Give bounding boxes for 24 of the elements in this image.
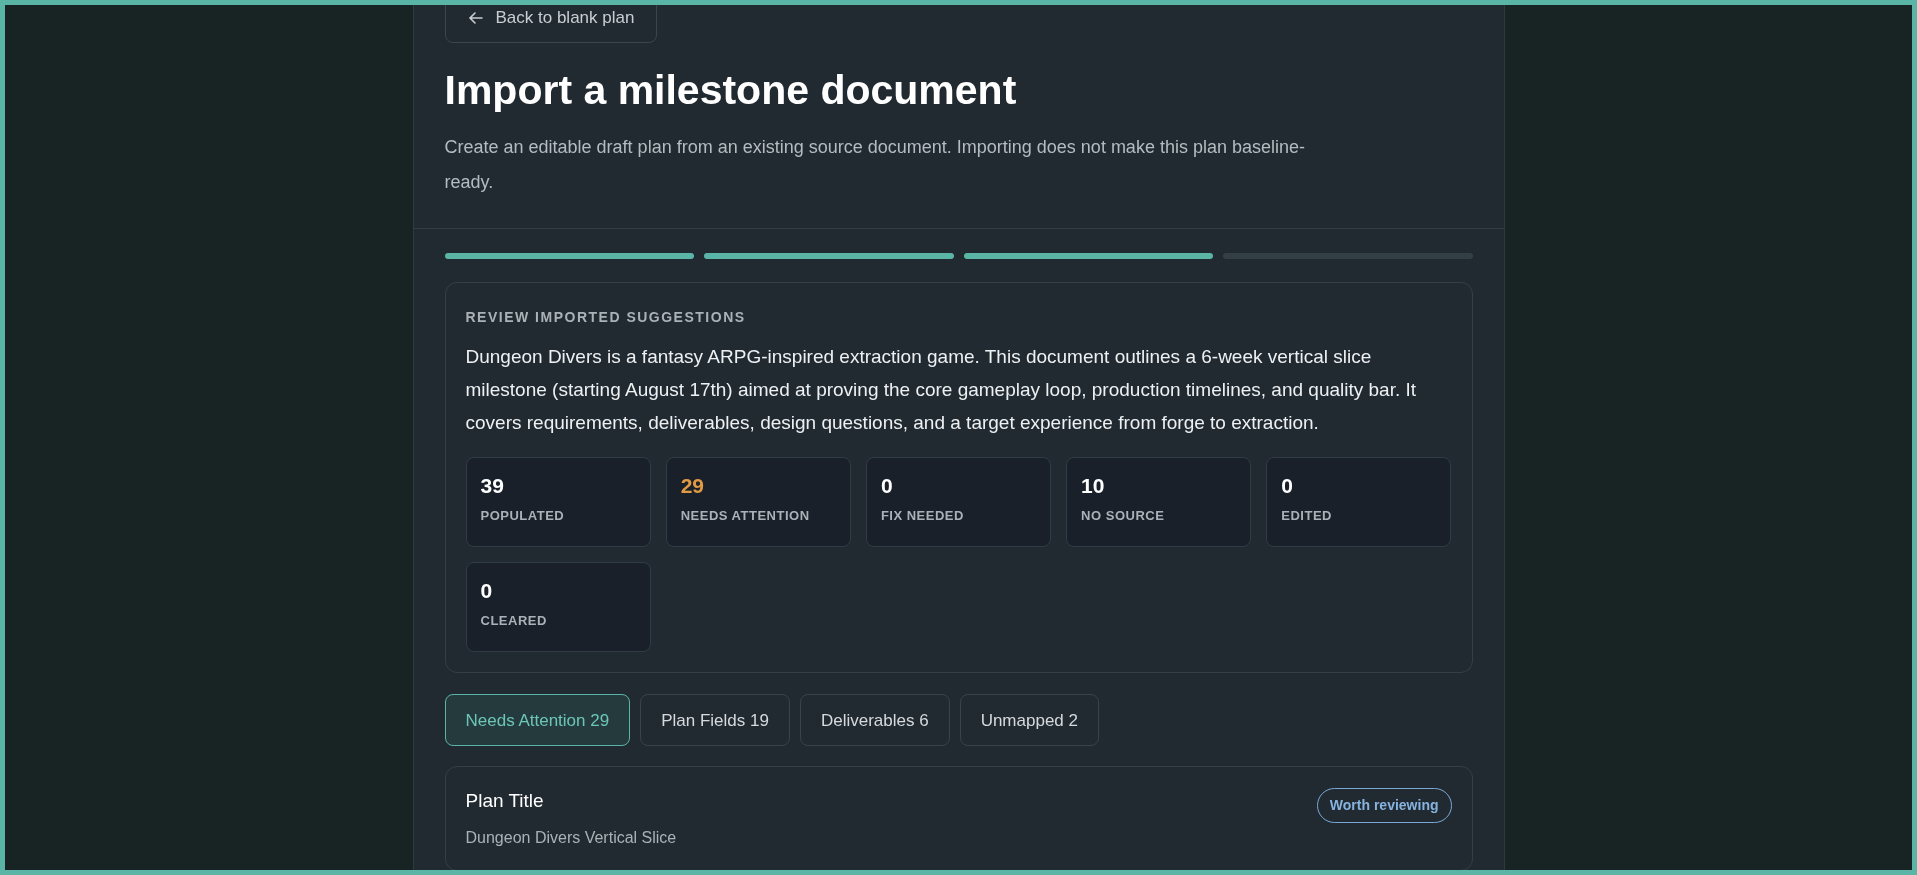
stat-label: EDITED [1281,507,1333,526]
stat-value: 0 [880,473,894,500]
field-value: Dungeon Divers Vertical Slice [465,827,677,848]
stat-label: NO SOURCE [1081,507,1166,526]
stat-value: 39 [480,473,505,500]
summary-text: Dungeon Divers is a fantasy ARPG-inspired extraction game. This document outlines a 6-week vertical slice milestone (starting August 17th) aimed at proving the core gameplay loop, production timelines, and quality bar. It covers requirements, deliverables, design questions, and a target experience from forge to extraction. [465,345,1418,436]
stat-label: POPULATED [480,507,566,526]
filter-tab[interactable]: Needs Attention 29 [444,694,631,747]
filter-tab[interactable]: Plan Fields 19 [640,694,790,747]
stat-label: NEEDS ATTENTION [680,507,811,526]
back-arrow-icon [467,10,484,26]
field-title: Plan Title [465,789,545,814]
stat-value: 0 [1281,473,1294,500]
stat-value: 29 [680,473,706,500]
page-title: Import a milestone document [444,66,1018,115]
section-heading: REVIEW IMPORTED SUGGESTIONS [465,308,747,328]
stat-value: 0 [480,578,494,605]
back-button[interactable]: Back to blank plan [444,5,658,43]
stat-label: CLEARED [480,612,548,631]
stat-label: FIX NEEDED [880,507,965,526]
page-description: Create an editable draft plan from an existing source document. Importing does not make this plan baseline-ready. [444,136,1306,195]
filter-tab[interactable]: Deliverables 6 [799,694,950,747]
filter-tab[interactable]: Unmapped 2 [959,694,1099,747]
stat-value: 10 [1081,473,1106,500]
